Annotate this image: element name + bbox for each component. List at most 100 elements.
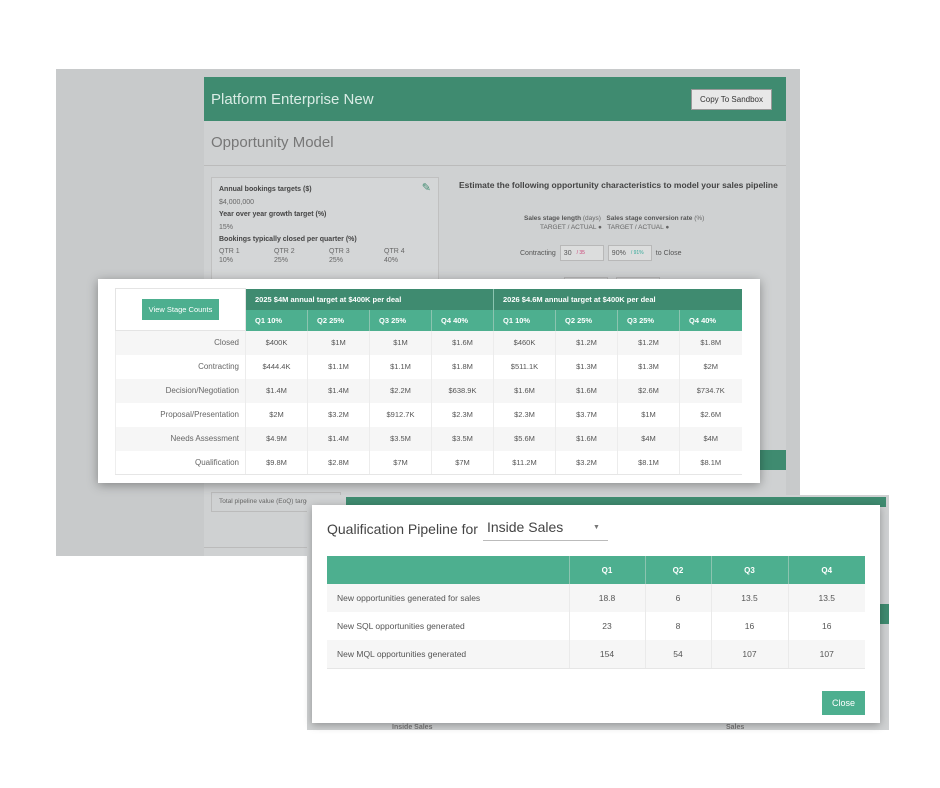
conversion-label: Sales stage conversion rate — [606, 215, 693, 222]
behind-label: Sales — [726, 724, 745, 731]
quarter-value: 10% — [219, 256, 234, 264]
table-cell: $1.3M — [617, 354, 680, 379]
caret-down-icon: ▼ — [593, 523, 600, 531]
table-cell: $1.6M — [555, 378, 618, 403]
table-cell: $9.8M — [245, 450, 308, 475]
target-actual-label: TARGET / ACTUAL — [607, 224, 664, 231]
table-cell: 18.8 — [568, 584, 645, 612]
column-header — [327, 556, 569, 584]
quarter-label: QTR 1 — [219, 247, 240, 255]
table-cell: $400K — [245, 330, 308, 355]
table-cell: $3.7M — [555, 402, 618, 427]
app-header: Platform Enterprise New Copy To Sandbox — [204, 77, 786, 121]
quarter-header: Q1 10% — [493, 309, 556, 331]
table-cell: $1.6M — [431, 330, 494, 355]
quarter-label: QTR 4 — [384, 247, 405, 255]
table-cell: $3.5M — [369, 426, 432, 451]
stage-length-label: Sales stage length — [524, 215, 582, 222]
stage-label: Proposal/Presentation — [115, 402, 246, 427]
table-cell: 154 — [568, 640, 645, 669]
column-header: Q3 — [710, 556, 788, 584]
table-cell: $8.1M — [617, 450, 680, 475]
qualification-modal: Qualification Pipeline for Inside Sales … — [312, 505, 880, 723]
quarter-header: Q2 25% — [555, 309, 618, 331]
table-cell: $3.2M — [555, 450, 618, 475]
modal-title-text: Qualification Pipeline for — [327, 521, 478, 537]
stage-label: Contracting — [115, 354, 246, 379]
table-cell: $2.6M — [679, 402, 742, 427]
table-cell: $1.6M — [555, 426, 618, 451]
table-cell: $734.7K — [679, 378, 742, 403]
qualification-table: Q1 Q2 Q3 Q4 New opportunities generated … — [327, 556, 865, 669]
days-value: 30 — [563, 249, 572, 257]
column-header: Q4 — [787, 556, 865, 584]
table-cell: $2.6M — [617, 378, 680, 403]
table-cell: $3.2M — [307, 402, 370, 427]
table-cell: $1M — [307, 330, 370, 355]
quarter-header: Q2 25% — [307, 309, 370, 331]
growth-value: 15% — [219, 223, 234, 231]
table-cell: $1.2M — [617, 330, 680, 355]
group-header-2025: 2025 $4M annual target at $400K per deal — [245, 288, 494, 310]
team-select[interactable]: Inside Sales ▼ — [482, 517, 608, 541]
table-cell: 6 — [644, 584, 711, 612]
rate-actual: / 91% — [630, 250, 644, 256]
table-cell: $5.6M — [493, 426, 556, 451]
behind-label: Inside Sales — [392, 724, 433, 731]
group-header-2026: 2026 $4.6M annual target at $400K per de… — [493, 288, 742, 310]
modal-title: Qualification Pipeline for Inside Sales … — [327, 517, 608, 541]
table-cell: $3.5M — [431, 426, 494, 451]
row-label: New SQL opportunities generated — [337, 621, 465, 631]
quarter-header: Q4 40% — [431, 309, 494, 331]
table-row: New MQL opportunities generated 154 54 1… — [327, 640, 865, 669]
estimate-columns: Sales stage length (days) Sales stage co… — [524, 214, 704, 232]
table-row: Decision/Negotiation $1.4M $1.4M $2.2M $… — [115, 378, 742, 403]
table-cell: $4M — [679, 426, 742, 451]
table-row: Contracting $444.4K $1.1M $1.1M $1.8M $5… — [115, 354, 742, 379]
table-cell: $2.8M — [307, 450, 370, 475]
info-icon: ● — [598, 224, 602, 231]
table-cell: $11.2M — [493, 450, 556, 475]
table-cell: $7M — [431, 450, 494, 475]
table-cell: $4.9M — [245, 426, 308, 451]
quarter-header: Q1 10% — [245, 309, 308, 331]
quarter-value: 40% — [384, 256, 399, 264]
table-cell: $2.2M — [369, 378, 432, 403]
table-cell: $8.1M — [679, 450, 742, 475]
table-cell: $511.1K — [493, 354, 556, 379]
table-cell: 23 — [568, 612, 645, 640]
table-cell: 8 — [644, 612, 711, 640]
view-stage-counts-button[interactable]: View Stage Counts — [141, 299, 220, 320]
table-cell: 13.5 — [710, 584, 788, 612]
table-row: Qualification $9.8M $2.8M $7M $7M $11.2M… — [115, 450, 742, 475]
contracting-row: Contracting 30 / 35 90% / 91% to Close — [520, 245, 681, 261]
days-actual: / 35 — [576, 250, 585, 256]
close-button[interactable]: Close — [822, 691, 866, 715]
quarter-label: QTR 3 — [329, 247, 350, 255]
table-row: Closed $400K $1M $1M $1.6M $460K $1.2M $… — [115, 330, 742, 355]
contracting-rate-input[interactable]: 90% / 91% — [607, 245, 652, 261]
table-row: New SQL opportunities generated 23 8 16 … — [327, 612, 865, 640]
stage-label: Decision/Negotiation — [115, 378, 246, 403]
copy-to-sandbox-button[interactable]: Copy To Sandbox — [690, 88, 772, 110]
table-cell: $2M — [245, 402, 308, 427]
targets-card: ✎ Annual bookings targets ($) $4,000,000… — [211, 177, 439, 289]
table-cell: $1M — [617, 402, 680, 427]
pencil-icon[interactable]: ✎ — [422, 182, 431, 195]
table-cell: $1.1M — [307, 354, 370, 379]
table-cell: $1.8M — [431, 354, 494, 379]
table-cell: $2M — [679, 354, 742, 379]
contracting-days-input[interactable]: 30 / 35 — [559, 245, 604, 261]
quarter-header: Q3 25% — [617, 309, 680, 331]
to-close-label: to Close — [655, 249, 682, 257]
quarter-value: 25% — [329, 256, 344, 264]
row-label: New opportunities generated for sales — [327, 584, 569, 612]
app-title: Platform Enterprise New — [211, 90, 374, 108]
table-cell: 107 — [710, 640, 788, 669]
table-cell: 16 — [787, 612, 865, 640]
info-icon: ● — [665, 224, 670, 231]
table-cell: $1.3M — [555, 354, 618, 379]
stage-counts-modal: View Stage Counts 2025 $4M annual target… — [98, 279, 760, 483]
stage-value-table: View Stage Counts 2025 $4M annual target… — [115, 288, 742, 475]
table-cell: $4M — [617, 426, 680, 451]
